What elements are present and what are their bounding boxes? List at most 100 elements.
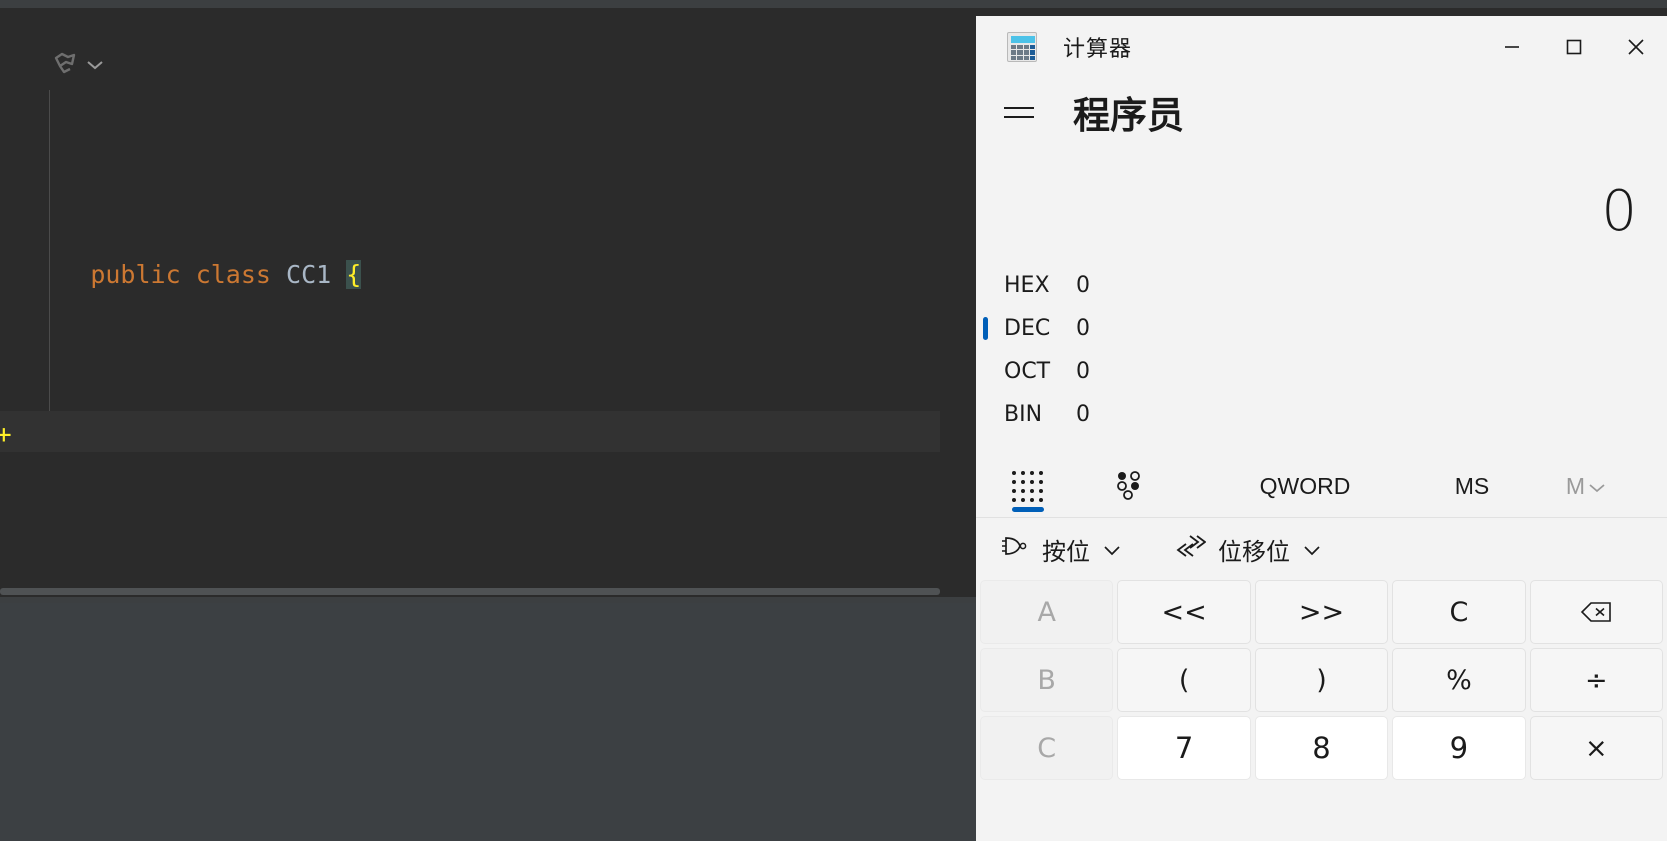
base-row-bin[interactable]: BIN 0	[976, 393, 1667, 436]
tab-qword[interactable]: QWORD	[1230, 456, 1380, 518]
number-base-list: HEX 0 DEC 0 OCT 0 BIN 0	[976, 264, 1667, 436]
window-title: 计算器	[1063, 37, 1133, 62]
tab-keypad[interactable]	[984, 456, 1072, 518]
bitwise-dropdown[interactable]: 按位	[988, 526, 1134, 573]
key-label: %	[1446, 664, 1472, 696]
chevron-down-icon	[1588, 473, 1606, 500]
chevron-down-icon	[1302, 535, 1322, 563]
token-type: CC1	[286, 260, 332, 289]
maximize-button[interactable]	[1543, 16, 1605, 78]
dot	[1021, 470, 1025, 475]
tab-memory-store[interactable]: MS	[1422, 456, 1522, 518]
calculator-titlebar[interactable]: 计算器	[976, 16, 1667, 78]
bit-shift-icon	[1172, 533, 1207, 565]
maximize-icon	[1566, 39, 1582, 55]
icon-key	[1011, 55, 1017, 60]
run-structure-icon[interactable]	[52, 52, 78, 81]
token-keyword: public	[90, 260, 181, 289]
bit-toggle-icon	[1112, 468, 1144, 505]
gutter-run-marker[interactable]	[52, 52, 104, 81]
key-percent[interactable]: %	[1392, 648, 1526, 712]
dot	[1030, 479, 1034, 484]
key-7[interactable]: 7	[1117, 716, 1251, 780]
bitshift-label: 位移位	[1218, 537, 1290, 566]
calculator-icon-screen	[1011, 36, 1035, 43]
current-line-highlight	[0, 411, 940, 452]
chevron-down-icon[interactable]	[86, 58, 104, 76]
close-button[interactable]	[1605, 16, 1667, 78]
dot	[1030, 470, 1034, 475]
key-backspace[interactable]	[1529, 580, 1663, 644]
tab-memory-dropdown[interactable]: M	[1546, 456, 1626, 518]
icon-key	[1017, 50, 1023, 55]
tab-m-label: M	[1565, 473, 1586, 499]
caret-plus-glyph: +	[0, 420, 12, 450]
tab-bit-toggle[interactable]	[1084, 456, 1172, 518]
base-row-hex[interactable]: HEX 0	[976, 264, 1667, 307]
key-label: (	[1178, 664, 1190, 696]
icon-key	[1017, 55, 1023, 60]
dot	[1012, 470, 1016, 475]
dot	[1030, 488, 1034, 493]
dot	[1021, 479, 1025, 484]
base-row-oct[interactable]: OCT 0	[976, 350, 1667, 393]
hamburger-menu-icon[interactable]	[1004, 90, 1048, 134]
base-value: 0	[1076, 273, 1090, 298]
code-editor[interactable]: public class CC1 { public static void ma…	[0, 8, 976, 588]
base-value: 0	[1076, 359, 1090, 384]
operation-dropdown-row: 按位 位移位	[976, 518, 1667, 580]
calculator-display: 0	[976, 146, 1667, 244]
icon-key	[1029, 55, 1035, 60]
key-label: 8	[1312, 731, 1331, 765]
base-value: 0	[1076, 402, 1090, 427]
key-8[interactable]: 8	[1254, 716, 1389, 780]
dot	[1039, 470, 1043, 475]
icon-key	[1029, 45, 1035, 50]
dot	[1039, 497, 1043, 502]
icon-key	[1023, 45, 1029, 50]
dot	[1012, 497, 1016, 502]
editor-horizontal-scrollbar[interactable]	[0, 588, 940, 595]
calculator-keypad: A << >> C B ( ) % ÷ C 7 8 9 ×	[976, 580, 1667, 780]
calculator-window[interactable]: 计算器 程序员 0 HEX 0 DEC 0 OCT 0 BIN 0 QWORD …	[976, 16, 1667, 841]
key-shift-left[interactable]: <<	[1117, 580, 1251, 644]
key-label: <<	[1161, 596, 1207, 628]
key-c[interactable]: C	[980, 716, 1114, 780]
bitshift-dropdown[interactable]: 位移位	[1160, 526, 1334, 573]
tab-ms-label: MS	[1454, 473, 1490, 499]
key-label: )	[1316, 664, 1327, 696]
chevron-down-icon	[1102, 535, 1122, 563]
key-label: 7	[1174, 731, 1194, 765]
base-selected-indicator	[983, 317, 988, 340]
dot	[1039, 479, 1043, 484]
keypad-dots-icon	[1012, 470, 1044, 503]
hamburger-bar	[1004, 106, 1034, 109]
display-value: 0	[1601, 179, 1637, 244]
key-label: >>	[1298, 596, 1345, 628]
key-label: B	[1037, 664, 1056, 696]
key-multiply[interactable]: ×	[1529, 716, 1663, 780]
key-a[interactable]: A	[980, 580, 1114, 644]
minimize-icon	[1505, 46, 1519, 48]
base-row-dec[interactable]: DEC 0	[976, 307, 1667, 350]
ide-tool-panel[interactable]	[0, 603, 976, 841]
minimize-button[interactable]	[1481, 16, 1543, 78]
key-9[interactable]: 9	[1392, 716, 1526, 780]
key-label: ×	[1584, 732, 1608, 764]
icon-key	[1029, 50, 1035, 55]
tab-qword-label: QWORD	[1259, 473, 1351, 499]
key-label: C	[1037, 732, 1057, 764]
base-value: 0	[1076, 316, 1090, 341]
key-divide[interactable]: ÷	[1529, 648, 1663, 712]
key-b[interactable]: B	[980, 648, 1114, 712]
close-icon	[1628, 39, 1644, 55]
key-paren-close[interactable]: )	[1254, 648, 1389, 712]
dot	[1021, 488, 1025, 493]
key-shift-right[interactable]: >>	[1254, 580, 1389, 644]
dot	[1021, 497, 1025, 502]
tab-selected-underline	[1012, 506, 1044, 512]
key-clear[interactable]: C	[1392, 580, 1526, 644]
key-paren-open[interactable]: (	[1117, 648, 1251, 712]
